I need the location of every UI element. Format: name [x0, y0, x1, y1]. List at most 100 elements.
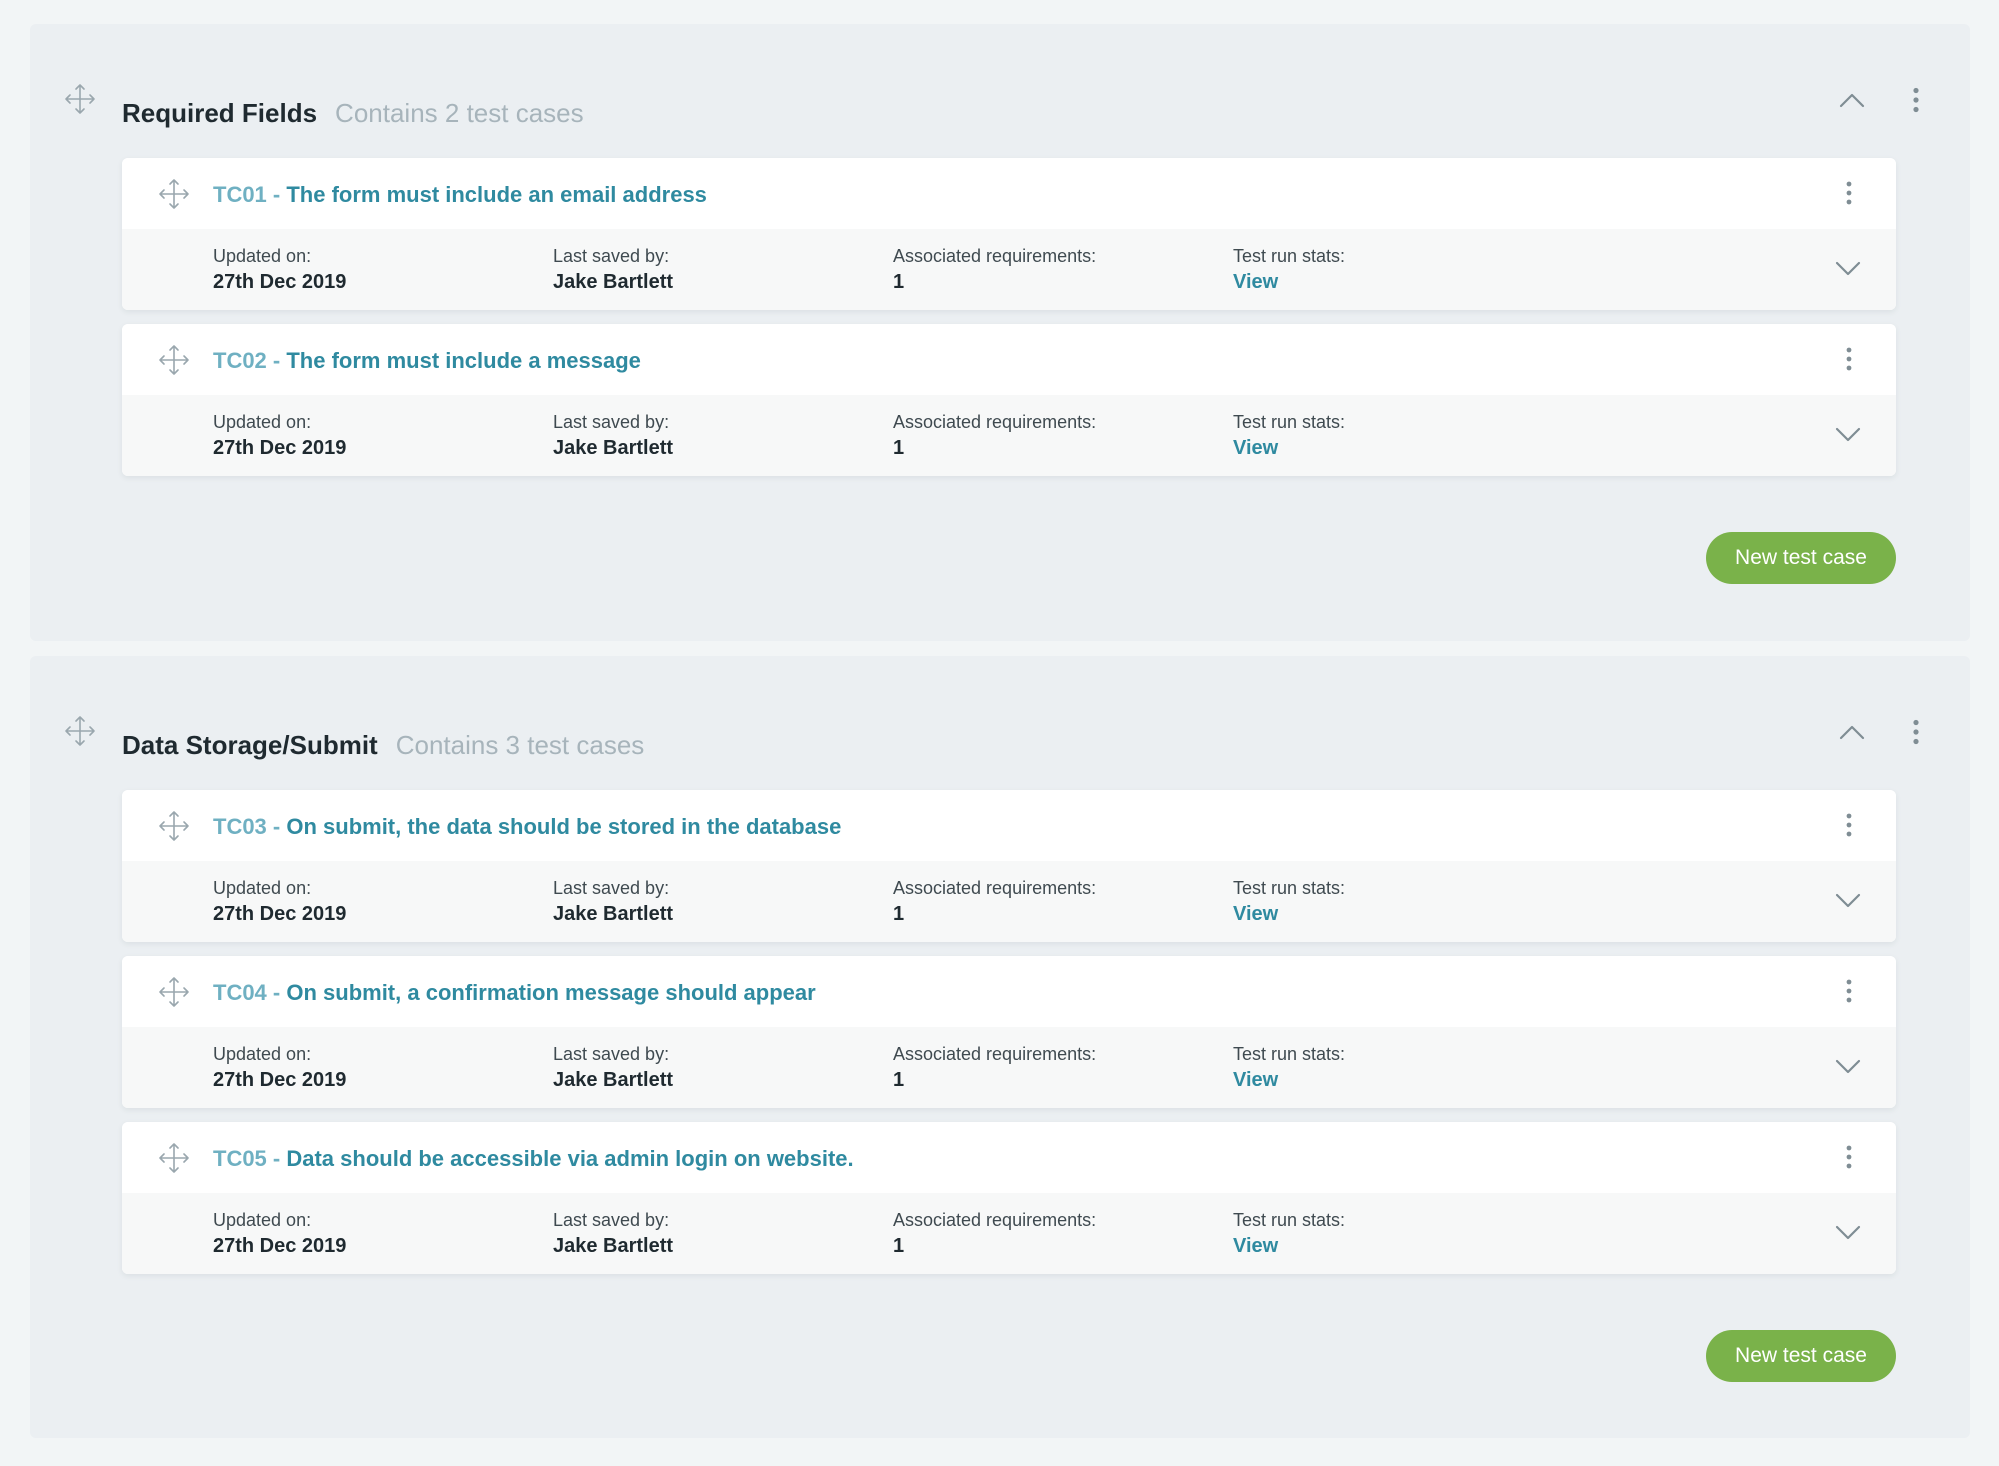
card-header: TC03 - On submit, the data should be sto…: [122, 790, 1896, 861]
card-header: TC02 - The form must include a message: [122, 324, 1896, 395]
associated-requirements: Associated requirements: 1: [893, 411, 1096, 461]
title-separator: -: [266, 182, 287, 207]
test-run-stats-label: Test run stats:: [1233, 1044, 1346, 1064]
card-meta: Updated on: 27th Dec 2019 Last saved by: J…: [122, 861, 1896, 942]
test-case-card: TC04 - On submit, a confirmation message…: [122, 956, 1896, 1108]
last-saved-by: Last saved by: Jake Bartlett: [553, 245, 673, 295]
more-vertical-icon[interactable]: [1832, 808, 1866, 842]
test-run-stats-view-link[interactable]: View: [1233, 1233, 1345, 1259]
new-test-case-button[interactable]: New test case: [1706, 1330, 1896, 1382]
test-run-stats-view-link[interactable]: View: [1233, 1067, 1345, 1093]
updated-on-value: 27th Dec 2019: [213, 903, 347, 925]
chevron-down-icon[interactable]: [1830, 1215, 1866, 1251]
associated-requirements-value: 1: [893, 1235, 905, 1257]
test-run-stats: Test run stats: View: [1233, 1209, 1345, 1259]
card-header: TC04 - On submit, a confirmation message…: [122, 956, 1896, 1027]
group-title-text: Required Fields: [122, 98, 318, 128]
test-group-data-storage-submit: Data Storage/Submit Contains 3 test cases…: [30, 656, 1970, 1438]
test-run-stats: Test run stats: View: [1233, 411, 1345, 461]
more-vertical-icon[interactable]: [1898, 82, 1934, 118]
test-case-code: TC02: [213, 348, 267, 373]
test-run-stats-view-link[interactable]: View: [1233, 435, 1345, 461]
test-case-code: TC05: [213, 1146, 267, 1171]
test-case-title-link[interactable]: TC02 - The form must include a message: [213, 348, 641, 374]
associated-requirements: Associated requirements: 1: [893, 245, 1096, 295]
test-case-title: The form must include a message: [286, 348, 641, 373]
more-vertical-icon[interactable]: [1832, 1140, 1866, 1174]
test-case-title-link[interactable]: TC04 - On submit, a confirmation message…: [213, 980, 816, 1006]
chevron-down-icon[interactable]: [1830, 251, 1866, 287]
test-case-title-link[interactable]: TC05 - Data should be accessible via adm…: [213, 1146, 854, 1172]
last-saved-by-value: Jake Bartlett: [553, 1069, 674, 1091]
drag-handle-icon[interactable]: [157, 343, 191, 377]
drag-handle-icon[interactable]: [157, 177, 191, 211]
test-case-title-link[interactable]: TC01 - The form must include an email ad…: [213, 182, 707, 208]
chevron-down-icon[interactable]: [1830, 417, 1866, 453]
test-case-title: On submit, a confirmation message should…: [286, 980, 816, 1005]
chevron-up-icon[interactable]: [1834, 82, 1870, 118]
card-meta: Updated on: 27th Dec 2019 Last saved by: J…: [122, 1193, 1896, 1274]
more-vertical-icon[interactable]: [1832, 176, 1866, 210]
card-meta: Updated on: 27th Dec 2019 Last saved by: J…: [122, 1027, 1896, 1108]
last-saved-by: Last saved by: Jake Bartlett: [553, 877, 673, 927]
card-header: TC01 - The form must include an email ad…: [122, 158, 1896, 229]
test-run-stats-view-link[interactable]: View: [1233, 269, 1345, 295]
last-saved-by-value: Jake Bartlett: [553, 1235, 674, 1257]
last-saved-by-label: Last saved by:: [553, 246, 670, 266]
title-separator: -: [266, 1146, 287, 1171]
title-separator: -: [266, 814, 287, 839]
last-saved-by-label: Last saved by:: [553, 1044, 670, 1064]
test-run-stats-label: Test run stats:: [1233, 1210, 1346, 1230]
associated-requirements: Associated requirements: 1: [893, 1043, 1096, 1093]
associated-requirements-value: 1: [893, 437, 905, 459]
group-title-text: Data Storage/Submit: [122, 730, 378, 760]
test-run-stats-label: Test run stats:: [1233, 246, 1346, 266]
last-saved-by: Last saved by: Jake Bartlett: [553, 411, 673, 461]
more-vertical-icon[interactable]: [1832, 974, 1866, 1008]
more-vertical-icon[interactable]: [1898, 714, 1934, 750]
drag-handle-icon[interactable]: [157, 975, 191, 1009]
chevron-down-icon[interactable]: [1830, 883, 1866, 919]
associated-requirements: Associated requirements: 1: [893, 1209, 1096, 1259]
updated-on: Updated on: 27th Dec 2019: [213, 411, 346, 461]
test-run-stats: Test run stats: View: [1233, 877, 1345, 927]
last-saved-by-label: Last saved by:: [553, 878, 670, 898]
drag-handle-icon[interactable]: [157, 809, 191, 843]
chevron-down-icon[interactable]: [1830, 1049, 1866, 1085]
associated-requirements-label: Associated requirements:: [893, 412, 1097, 432]
updated-on-label: Updated on:: [213, 1044, 312, 1064]
test-case-title: Data should be accessible via admin logi…: [286, 1146, 854, 1171]
title-separator: -: [266, 980, 287, 1005]
associated-requirements-label: Associated requirements:: [893, 246, 1097, 266]
test-run-stats-view-link[interactable]: View: [1233, 901, 1345, 927]
test-case-card: TC02 - The form must include a message U…: [122, 324, 1896, 476]
associated-requirements-value: 1: [893, 271, 905, 293]
test-case-title: The form must include an email address: [286, 182, 707, 207]
updated-on-label: Updated on:: [213, 412, 312, 432]
drag-handle-icon[interactable]: [63, 714, 97, 748]
test-case-title-link[interactable]: TC03 - On submit, the data should be sto…: [213, 814, 841, 840]
more-vertical-icon[interactable]: [1832, 342, 1866, 376]
drag-handle-icon[interactable]: [63, 82, 97, 116]
updated-on-value: 27th Dec 2019: [213, 1235, 347, 1257]
chevron-up-icon[interactable]: [1834, 714, 1870, 750]
test-case-title: On submit, the data should be stored in …: [286, 814, 842, 839]
new-test-case-button[interactable]: New test case: [1706, 532, 1896, 584]
test-case-card: TC05 - Data should be accessible via adm…: [122, 1122, 1896, 1274]
updated-on-value: 27th Dec 2019: [213, 271, 347, 293]
last-saved-by: Last saved by: Jake Bartlett: [553, 1043, 673, 1093]
test-run-stats: Test run stats: View: [1233, 245, 1345, 295]
updated-on-value: 27th Dec 2019: [213, 437, 347, 459]
title-separator: -: [266, 348, 287, 373]
group-header: Required Fields Contains 2 test cases: [30, 24, 1970, 158]
test-group-required-fields: Required Fields Contains 2 test cases TC0…: [30, 24, 1970, 641]
card-meta: Updated on: 27th Dec 2019 Last saved by: J…: [122, 229, 1896, 310]
updated-on: Updated on: 27th Dec 2019: [213, 1043, 346, 1093]
group-subtitle: Contains 2 test cases: [335, 98, 584, 128]
test-run-stats-label: Test run stats:: [1233, 412, 1346, 432]
drag-handle-icon[interactable]: [157, 1141, 191, 1175]
associated-requirements-label: Associated requirements:: [893, 1210, 1097, 1230]
last-saved-by-value: Jake Bartlett: [553, 271, 674, 293]
card-header: TC05 - Data should be accessible via adm…: [122, 1122, 1896, 1193]
updated-on: Updated on: 27th Dec 2019: [213, 1209, 346, 1259]
